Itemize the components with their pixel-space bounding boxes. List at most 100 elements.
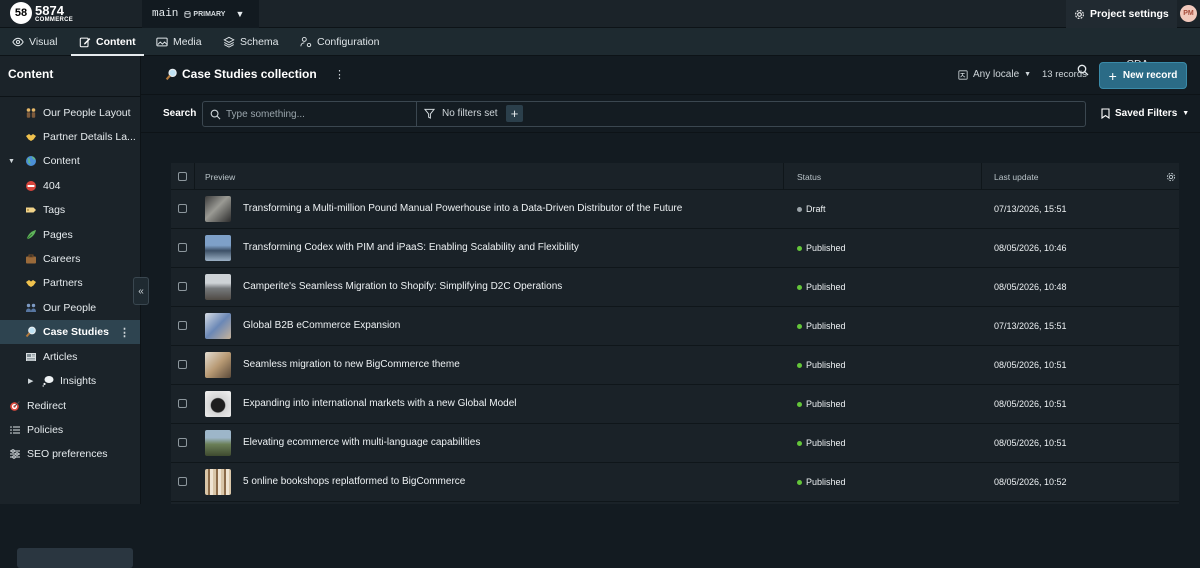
add-filter-button[interactable]: + (506, 105, 523, 122)
thought-bubble-icon (42, 375, 54, 387)
status-badge: Published (797, 399, 846, 409)
table-row[interactable]: Transforming a Multi-million Pound Manua… (171, 190, 1179, 229)
sidebar-item-partners[interactable]: Partners (0, 271, 140, 295)
record-date: 08/05/2026, 10:46 (994, 243, 1067, 253)
plus-icon: + (1108, 67, 1117, 84)
table-row[interactable]: Seamless migration to new BigCommerce th… (171, 346, 1179, 385)
gear-icon (1075, 9, 1084, 19)
records-table: Preview Status Last update Transforming … (171, 163, 1179, 504)
sidebar-item-redirect[interactable]: Redirect (0, 394, 140, 418)
status-dot-icon (797, 440, 802, 446)
column-header-last-update[interactable]: Last update (994, 172, 1038, 182)
status-dot-icon (797, 284, 802, 290)
table-row[interactable]: Camperite's Seamless Migration to Shopif… (171, 268, 1179, 307)
sidebar-item-tags[interactable]: Tags (0, 198, 140, 222)
people-icon (25, 302, 37, 314)
row-checkbox[interactable] (178, 399, 187, 408)
row-checkbox[interactable] (178, 282, 187, 291)
status-dot-icon (797, 323, 802, 329)
caret-right-icon[interactable]: ▶ (28, 377, 42, 385)
sidebar-item-our-people-layout[interactable]: Our People Layout (0, 101, 140, 125)
sidebar-item-policies[interactable]: Policies (0, 418, 140, 442)
tab-schema[interactable]: Schema (223, 28, 279, 56)
tab-media[interactable]: Media (156, 28, 202, 56)
gear-icon[interactable] (1166, 172, 1176, 182)
record-title[interactable]: Transforming Codex with PIM and iPaaS: E… (243, 242, 579, 253)
row-checkbox[interactable] (178, 243, 187, 252)
database-icon (184, 10, 191, 18)
filter-status[interactable]: No filters set (424, 108, 498, 119)
record-thumbnail (205, 274, 231, 300)
magnifier-icon (25, 326, 37, 338)
sidebar-item-404[interactable]: 404 (0, 174, 140, 198)
sidebar-item-our-people[interactable]: Our People (0, 296, 140, 320)
tab-visual[interactable]: Visual (12, 28, 57, 56)
record-date: 08/05/2026, 10:51 (994, 360, 1067, 370)
new-record-button[interactable]: + New record (1099, 62, 1187, 89)
search-box: No filters set + (202, 101, 1086, 127)
table-row[interactable]: Global B2B eCommerce Expansion Published… (171, 307, 1179, 346)
status-dot-icon (797, 245, 802, 251)
record-date: 07/13/2026, 15:51 (994, 321, 1067, 331)
brand-logo[interactable]: 58 5874 COMMERCE (10, 2, 73, 24)
search-icon (210, 109, 221, 120)
tab-configuration[interactable]: Configuration (300, 28, 379, 56)
environment-switcher[interactable]: main PRIMARY ▼ (142, 0, 259, 28)
people-emoji-icon (25, 107, 37, 119)
record-title[interactable]: Elevating ecommerce with multi-language … (243, 437, 480, 448)
sidebar-title: Content (8, 67, 54, 81)
select-all-checkbox[interactable] (178, 172, 187, 181)
sidebar-item-pages[interactable]: Pages (0, 223, 140, 247)
more-vertical-icon[interactable]: ⋮ (119, 326, 130, 339)
row-checkbox[interactable] (178, 438, 187, 447)
handshake-emoji-icon (25, 131, 37, 143)
record-date: 08/05/2026, 10:48 (994, 282, 1067, 292)
table-row[interactable]: Elevating ecommerce with multi-language … (171, 424, 1179, 463)
sidebar-item-articles[interactable]: Articles (0, 345, 140, 369)
tab-content[interactable]: Content (71, 28, 144, 56)
row-checkbox[interactable] (178, 204, 187, 213)
search-input[interactable] (226, 102, 416, 126)
sidebar-item-careers[interactable]: Careers (0, 247, 140, 271)
column-header-status[interactable]: Status (797, 172, 821, 182)
list-icon (9, 424, 21, 436)
target-icon (9, 400, 21, 412)
row-checkbox[interactable] (178, 477, 187, 486)
sidebar-item-partner-details-layout[interactable]: Partner Details La... (0, 125, 140, 149)
avatar[interactable]: PM (1180, 5, 1197, 22)
status-badge: Published (797, 321, 846, 331)
table-row[interactable]: Transforming Codex with PIM and iPaaS: E… (171, 229, 1179, 268)
add-menu-item-button[interactable] (17, 548, 133, 568)
project-settings-button[interactable]: Project settings (1066, 0, 1177, 28)
record-title[interactable]: Global B2B eCommerce Expansion (243, 320, 400, 331)
sidebar-item-case-studies[interactable]: Case Studies ⋮ (0, 320, 140, 344)
row-checkbox[interactable] (178, 360, 187, 369)
no-entry-icon (25, 180, 37, 192)
sidebar-item-insights[interactable]: ▶ Insights (0, 369, 140, 393)
locale-selector[interactable]: Any locale ▼ (958, 69, 1031, 80)
record-title[interactable]: 5 online bookshops replatformed to BigCo… (243, 476, 465, 487)
record-title[interactable]: Seamless migration to new BigCommerce th… (243, 359, 460, 370)
row-checkbox[interactable] (178, 321, 187, 330)
record-title[interactable]: Expanding into international markets wit… (243, 398, 517, 409)
sidebar-item-content[interactable]: ▼ Content (0, 149, 140, 173)
more-vertical-icon[interactable]: ⋮ (334, 68, 345, 81)
column-header-preview[interactable]: Preview (205, 172, 235, 182)
settings-person-icon (300, 36, 312, 48)
chevron-down-icon: ▼ (1024, 71, 1032, 78)
table-row[interactable]: Expanding into international markets wit… (171, 385, 1179, 424)
sliders-icon (9, 448, 21, 460)
caret-down-icon[interactable]: ▼ (8, 158, 25, 165)
collapse-sidebar-button[interactable]: « (133, 277, 149, 305)
brand-badge: 58 (10, 2, 32, 24)
status-dot-icon (797, 362, 802, 368)
record-title[interactable]: Transforming a Multi-million Pound Manua… (243, 203, 682, 214)
record-thumbnail (205, 196, 231, 222)
sidebar-item-seo-preferences[interactable]: SEO preferences (0, 442, 140, 466)
pages-icon (25, 229, 37, 241)
saved-filters-button[interactable]: Saved Filters ▼ (1101, 108, 1189, 119)
record-title[interactable]: Camperite's Seamless Migration to Shopif… (243, 281, 562, 292)
record-date: 08/05/2026, 10:52 (994, 477, 1067, 487)
table-row[interactable]: 5 online bookshops replatformed to BigCo… (171, 463, 1179, 502)
magnifier-icon (165, 68, 177, 80)
